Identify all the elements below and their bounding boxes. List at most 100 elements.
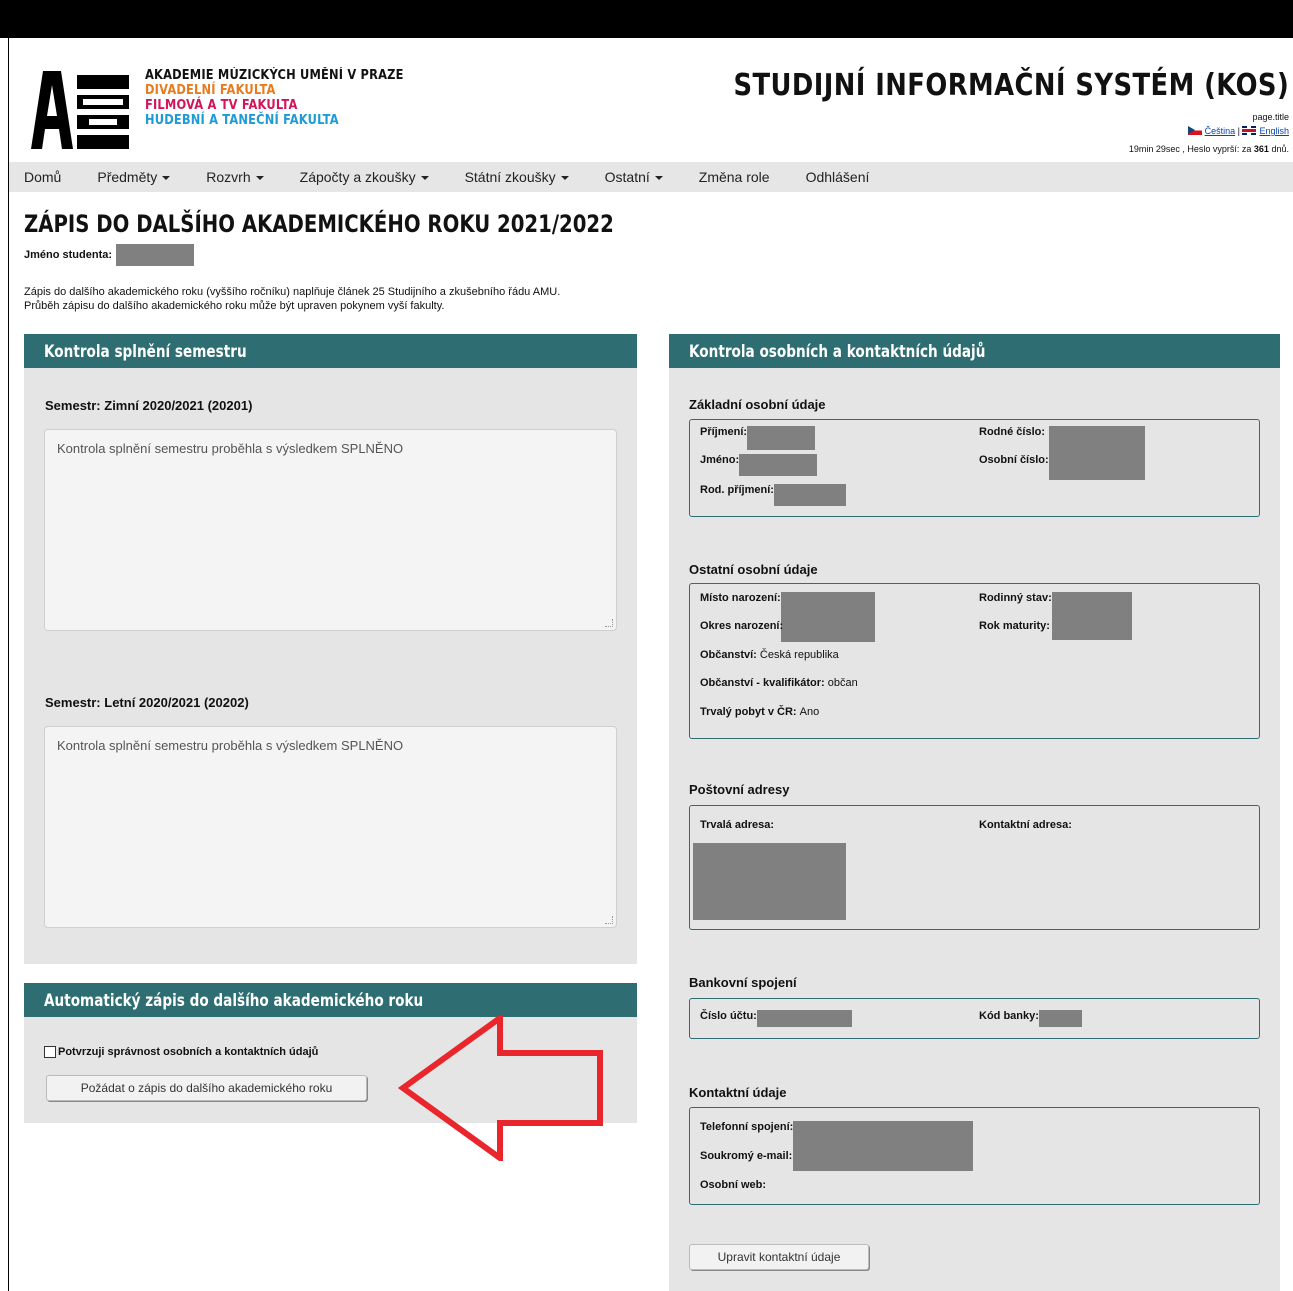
birth-number-label: Rodné číslo:	[979, 426, 1046, 438]
redacted-surname	[747, 426, 816, 450]
residence-value: Ano	[799, 706, 820, 718]
logo-line-music: HUDEBNÍ A TANEČNÍ FAKULTA	[145, 113, 339, 128]
personal-number-row: Osobní číslo:	[979, 454, 1049, 466]
personal-panel-heading: Kontrola osobních a kontaktních údajů	[669, 334, 1280, 368]
permanent-address-row: Trvalá adresa:	[700, 819, 774, 831]
citizenship-qualifier-row: Občanství - kvalifikátor: občan	[700, 677, 858, 689]
session-text: 19min 29sec , Heslo vyprší: za	[1128, 144, 1252, 154]
lang-czech-link[interactable]: Čeština	[1205, 126, 1236, 136]
birth-surname-row: Rod. příjmení:	[700, 484, 846, 506]
redacted-birth-surname	[773, 484, 846, 506]
nav-change-role-label: Změna role	[698, 169, 770, 185]
basic-data-title: Základní osobní údaje	[689, 397, 826, 412]
nav-logout[interactable]: Odhlášení	[788, 169, 888, 185]
redacted-student-name	[116, 244, 195, 266]
chevron-down-icon	[255, 176, 264, 180]
other-data-box: Místo narození: Okres narození: Občanstv…	[689, 583, 1260, 739]
auto-panel-heading-text: Automatický zápis do dalšího akademickéh…	[44, 991, 424, 1011]
contact-address-label: Kontaktní adresa:	[979, 819, 1072, 831]
birth-district-label: Okres narození:	[700, 620, 784, 632]
postal-title: Poštovní adresy	[689, 782, 790, 797]
residence-row: Trvalý pobyt v ČR: Ano	[700, 706, 819, 718]
birthplace-row: Místo narození:	[700, 592, 875, 642]
citizenship-row: Občanství: Česká republika	[700, 649, 839, 661]
surname-row: Příjmení:	[700, 426, 816, 450]
postal-box: Trvalá adresa: Kontaktní adresa:	[689, 805, 1260, 930]
bank-code-row: Kód banky:	[979, 1010, 1082, 1027]
nav-exams[interactable]: Zápočty a zkoušky	[282, 169, 447, 185]
nav-other[interactable]: Ostatní	[587, 169, 681, 185]
redacted-birth-and-personal-number	[1049, 426, 1146, 480]
chevron-down-icon	[560, 176, 569, 180]
semester-check-panel: Kontrola splnění semestru Semestr: Zimní…	[24, 334, 637, 964]
redacted-account	[756, 1010, 852, 1027]
personal-panel-heading-text: Kontrola osobních a kontaktních údajů	[689, 342, 986, 362]
bank-code-label: Kód banky:	[979, 1010, 1039, 1022]
account-row: Číslo účtu:	[700, 1010, 852, 1027]
chevron-down-icon	[654, 176, 663, 180]
nav-logout-label: Odhlášení	[805, 169, 870, 185]
request-enrollment-button[interactable]: Požádat o zápis do dalšího akademického …	[46, 1075, 367, 1101]
web-row: Osobní web:	[700, 1179, 766, 1191]
language-switch: Čeština | English	[1187, 126, 1289, 136]
nav-home[interactable]: Domů	[9, 169, 79, 185]
nav-schedule-label: Rozvrh	[206, 169, 251, 185]
confirm-data-checkbox-row[interactable]: Potvrzuji správnost osobních a kontaktní…	[44, 1046, 318, 1058]
confirm-data-checkbox[interactable]	[44, 1046, 56, 1058]
edit-contact-button[interactable]: Upravit kontaktní údaje	[689, 1244, 869, 1270]
amu-logo-icon[interactable]	[31, 71, 129, 149]
czech-flag-icon	[1187, 126, 1202, 135]
personal-data-panel: Kontrola osobních a kontaktních údajů Zá…	[669, 334, 1280, 1291]
name-label: Jméno:	[700, 454, 740, 466]
nav-state-exams[interactable]: Státní zkoušky	[447, 169, 587, 185]
residence-label: Trvalý pobyt v ČR:	[700, 706, 797, 718]
red-arrow-annotation	[397, 1016, 603, 1161]
intro-line-2: Průběh zápisu do dalšího akademického ro…	[24, 300, 445, 312]
account-label: Číslo účtu:	[700, 1010, 757, 1022]
page: AKADEMIE MÚZICKÝCH UMĚNÍ V PRAZE DIVADEL…	[9, 38, 1293, 1291]
top-black-bar	[0, 0, 1293, 38]
graduation-year-row: Rok maturity:	[979, 620, 1050, 632]
main-nav: Domů Předměty Rozvrh Zápočty a zkoušky S…	[9, 162, 1293, 192]
other-data-title: Ostatní osobní údaje	[689, 562, 818, 577]
redacted-birthplace-and-district	[780, 592, 875, 642]
nav-subjects[interactable]: Předměty	[79, 169, 188, 185]
citizenship-label: Občanství:	[700, 649, 757, 661]
surname-label: Příjmení:	[700, 426, 748, 438]
marital-status-label: Rodinný stav:	[979, 592, 1052, 604]
days-unit: dnů.	[1271, 144, 1289, 154]
logo-line-film: FILMOVÁ A TV FAKULTA	[145, 98, 298, 113]
personal-number-label: Osobní číslo:	[979, 454, 1049, 466]
bank-box: Číslo účtu: Kód banky:	[689, 998, 1260, 1039]
semester-winter-result: Kontrola splnění semestru proběhla s výs…	[57, 441, 404, 456]
phone-label: Telefonní spojení:	[700, 1121, 794, 1133]
nav-other-label: Ostatní	[604, 169, 650, 185]
nav-state-exams-label: Státní zkoušky	[464, 169, 556, 185]
phone-row: Telefonní spojení:	[700, 1121, 974, 1171]
name-row: Jméno:	[700, 454, 818, 476]
birth-number-row: Rodné číslo:	[979, 426, 1146, 480]
redacted-marital-and-year	[1051, 592, 1132, 640]
logo-text[interactable]: AKADEMIE MÚZICKÝCH UMĚNÍ V PRAZE DIVADEL…	[145, 68, 404, 128]
resize-grip-icon[interactable]	[605, 916, 613, 924]
contact-address-row: Kontaktní adresa:	[979, 819, 1072, 831]
student-name-label: Jméno studenta:	[24, 249, 113, 261]
confirm-data-label: Potvrzuji správnost osobních a kontaktní…	[58, 1046, 319, 1058]
intro-line-1: Zápis do dalšího akademického roku (vyšš…	[24, 286, 561, 298]
nav-subjects-label: Předměty	[97, 169, 158, 185]
semester-winter-textarea[interactable]: Kontrola splnění semestru proběhla s výs…	[44, 429, 617, 631]
semester-panel-heading: Kontrola splnění semestru	[24, 334, 637, 368]
birth-surname-label: Rod. příjmení:	[700, 484, 774, 496]
intro-text: Zápis do dalšího akademického roku (vyšš…	[24, 285, 560, 313]
semester-panel-heading-text: Kontrola splnění semestru	[44, 342, 247, 362]
resize-grip-icon[interactable]	[605, 619, 613, 627]
nav-change-role[interactable]: Změna role	[681, 169, 788, 185]
system-title: STUDIJNÍ INFORMAČNÍ SYSTÉM (KOS)	[733, 68, 1289, 103]
lang-english-link[interactable]: English	[1259, 126, 1289, 136]
semester-summer-textarea[interactable]: Kontrola splnění semestru proběhla s výs…	[44, 726, 617, 928]
redacted-bank-code	[1038, 1010, 1082, 1027]
session-info: 19min 29sec , Heslo vyprší: za 361 dnů.	[1129, 144, 1289, 154]
nav-schedule[interactable]: Rozvrh	[188, 169, 281, 185]
contact-box: Telefonní spojení: Soukromý e-mail: Osob…	[689, 1107, 1260, 1205]
citizenship-qualifier-label: Občanství - kvalifikátor:	[700, 677, 825, 689]
